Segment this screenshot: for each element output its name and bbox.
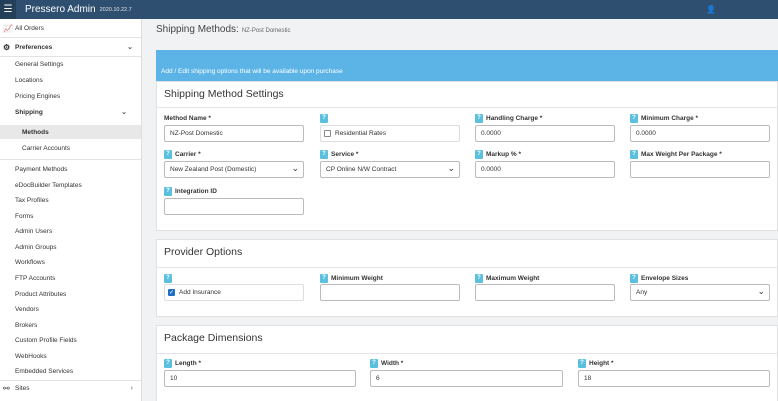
integration-id-input[interactable]: [164, 198, 304, 215]
help-icon[interactable]: ?: [164, 186, 172, 196]
sidebar-item-product-attributes[interactable]: Product Attributes: [0, 287, 141, 301]
markup-input[interactable]: 0.0000: [475, 161, 615, 178]
height-input[interactable]: 18: [578, 370, 770, 387]
app-version: 2020.10.22.7: [99, 6, 132, 13]
max-weight-per-package-label: ? Max Weight Per Package *: [630, 149, 722, 159]
width-input[interactable]: 6: [370, 370, 563, 387]
section-divider: [157, 353, 777, 354]
sidebar-item-custom-profile-fields[interactable]: Custom Profile Fields: [0, 333, 141, 347]
help-icon[interactable]: ?: [320, 113, 328, 123]
hamburger-menu-icon[interactable]: ☰: [0, 0, 16, 19]
help-icon[interactable]: ?: [630, 273, 638, 283]
carrier-label: ? Carrier *: [164, 149, 201, 159]
help-icon[interactable]: ?: [164, 358, 172, 368]
help-icon[interactable]: ?: [164, 149, 172, 159]
section-divider: [157, 107, 777, 108]
help-icon[interactable]: ?: [630, 113, 638, 123]
carrier-select[interactable]: New Zealand Post (Domestic): [164, 161, 304, 178]
sidebar-item-ftp-accounts[interactable]: FTP Accounts: [0, 271, 141, 285]
sidebar-item-admin-groups[interactable]: Admin Groups: [0, 240, 141, 254]
sidebar-item-locations[interactable]: Locations: [0, 73, 141, 87]
markup-label: ? Markup % *: [475, 149, 521, 159]
sidebar-item-shipping[interactable]: Shipping ⌄: [0, 105, 141, 119]
add-insurance-help: ?: [164, 273, 175, 283]
help-icon[interactable]: ?: [475, 149, 483, 159]
sidebar-item-workflows[interactable]: Workflows: [0, 255, 141, 269]
help-icon[interactable]: ?: [475, 113, 483, 123]
minimum-charge-input[interactable]: 0.0000: [630, 125, 770, 142]
help-icon[interactable]: ?: [370, 358, 378, 368]
chevron-down-icon: ⌄: [121, 109, 127, 116]
handling-charge-input[interactable]: 0.0000: [475, 125, 615, 142]
shipping-method-settings-card: Shipping Method Settings Method Name * N…: [156, 81, 778, 231]
handling-charge-label: ? Handling Charge *: [475, 113, 542, 123]
width-label: ? Width *: [370, 358, 403, 368]
checkmark-icon[interactable]: ✓: [168, 289, 175, 296]
sidebar-item-all-orders[interactable]: 📈 All Orders: [0, 21, 141, 35]
help-icon[interactable]: ?: [320, 149, 328, 159]
help-icon[interactable]: ?: [578, 358, 586, 368]
checkbox-icon[interactable]: [324, 130, 331, 137]
help-icon[interactable]: ?: [475, 273, 483, 283]
sidebar-item-sites[interactable]: ⚯ Sites ›: [0, 381, 141, 395]
residential-rates-checkbox[interactable]: Residential Rates: [320, 125, 460, 142]
sidebar-item-admin-users[interactable]: Admin Users: [0, 224, 141, 238]
sidebar-divider: [0, 159, 141, 160]
service-label: ? Service *: [320, 149, 358, 159]
minimum-weight-input[interactable]: [320, 284, 460, 301]
help-icon[interactable]: ?: [164, 273, 172, 283]
help-icon[interactable]: ?: [630, 149, 638, 159]
method-name-label: Method Name *: [164, 114, 211, 122]
sidebar-item-forms[interactable]: Forms: [0, 209, 141, 223]
length-input[interactable]: 10: [164, 370, 356, 387]
height-label: ? Height *: [578, 358, 614, 368]
sidebar-item-preferences[interactable]: ⚙ Preferences ⌄: [0, 40, 141, 54]
sitemap-icon: ⚯: [3, 383, 10, 393]
service-select[interactable]: CP Online N/W Contract: [320, 161, 460, 178]
sidebar-item-edocbuilder-templates[interactable]: eDocBuilder Templates: [0, 178, 141, 192]
minimum-weight-label: ? Minimum Weight: [320, 273, 383, 283]
sidebar-item-payment-methods[interactable]: Payment Methods: [0, 162, 141, 176]
section-divider: [157, 267, 777, 268]
chevron-down-icon: ⌄: [127, 44, 133, 51]
minimum-charge-label: ? Minimum Charge *: [630, 113, 698, 123]
section-heading: Package Dimensions: [164, 332, 263, 344]
app-title: Pressero Admin: [25, 4, 96, 15]
envelope-sizes-select[interactable]: Any: [630, 284, 770, 301]
sidebar-item-carrier-accounts[interactable]: Carrier Accounts: [0, 141, 141, 155]
section-heading: Provider Options: [164, 246, 243, 258]
chevron-right-icon: ›: [130, 384, 133, 392]
envelope-sizes-label: ? Envelope Sizes: [630, 273, 688, 283]
sidebar-item-pricing-engines[interactable]: Pricing Engines: [0, 89, 141, 103]
sidebar: 📈 All Orders ⚙ Preferences ⌄ General Set…: [0, 19, 142, 401]
chart-line-icon: 📈: [3, 23, 13, 33]
gears-icon: ⚙: [3, 42, 11, 52]
provider-options-card: Provider Options ? ✓ Add Insurance ? Mini…: [156, 239, 778, 317]
integration-id-label: ? Integration ID: [164, 186, 217, 196]
maximum-weight-input[interactable]: [475, 284, 615, 301]
residential-help: ?: [320, 113, 331, 123]
maximum-weight-label: ? Maximum Weight: [475, 273, 539, 283]
page-title: Shipping Methods: NZ-Post Domestic: [156, 24, 291, 35]
sidebar-item-general-settings[interactable]: General Settings: [0, 57, 141, 71]
main-content: Shipping Methods: NZ-Post Domestic Add / …: [150, 19, 778, 401]
section-heading: Shipping Method Settings: [164, 88, 284, 100]
method-name-input[interactable]: NZ-Post Domestic: [164, 125, 304, 142]
sidebar-item-vendors[interactable]: Vendors: [0, 302, 141, 316]
length-label: ? Length *: [164, 358, 201, 368]
sidebar-item-methods[interactable]: Methods: [0, 125, 141, 139]
sidebar-divider: [0, 37, 141, 38]
help-icon[interactable]: ?: [320, 273, 328, 283]
top-bar: ☰ Pressero Admin 2020.10.22.7 👤: [0, 0, 778, 19]
sidebar-item-embedded-services[interactable]: Embedded Services: [0, 364, 141, 378]
package-dimensions-card: Package Dimensions ? Length * 10 ? Width *…: [156, 325, 778, 401]
add-insurance-checkbox[interactable]: ✓ Add Insurance: [164, 284, 304, 301]
sidebar-item-tax-profiles[interactable]: Tax Profiles: [0, 193, 141, 207]
page-subtitle: NZ-Post Domestic: [241, 28, 291, 34]
max-weight-per-package-input[interactable]: [630, 161, 770, 178]
user-icon[interactable]: 👤: [706, 5, 716, 14]
sidebar-item-brokers[interactable]: Brokers: [0, 318, 141, 332]
sidebar-item-webhooks[interactable]: WebHooks: [0, 349, 141, 363]
